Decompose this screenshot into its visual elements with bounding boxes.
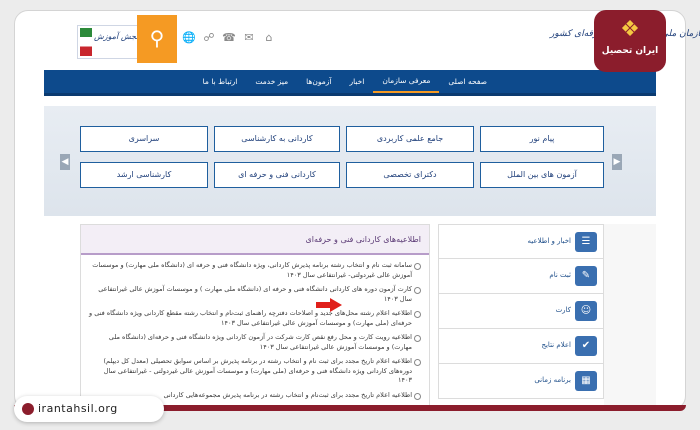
- exam-button-payame-noor[interactable]: پیام نور: [480, 126, 604, 152]
- sidebar-margin: [604, 224, 656, 410]
- watermark-logo-name: ایران تحصیل: [601, 46, 659, 56]
- main-nav: صفحه اصلی معرفی سازمان اخبار آزمون‌ها می…: [44, 70, 656, 96]
- sidebar-item-card[interactable]: کارت ☺: [438, 294, 604, 329]
- book-icon: ❖: [620, 17, 640, 42]
- nav-exams[interactable]: آزمون‌ها: [297, 72, 340, 92]
- sidebar-item-register[interactable]: ثبت نام ✎: [438, 259, 604, 294]
- news-item[interactable]: اطلاعیه رویت کارت و محل رفع نقص کارت شرک…: [89, 333, 421, 352]
- register-icon: ✎: [575, 266, 597, 286]
- id-card-icon: ☺: [575, 301, 597, 321]
- sidebar-item-label: اعلام نتایج: [541, 341, 571, 349]
- chevron-left-icon[interactable]: ◀: [60, 154, 70, 170]
- sidebar-item-label: برنامه زمانی: [534, 376, 571, 384]
- home-icon[interactable]: ⌂: [262, 31, 276, 44]
- sidebar-item-label: کارت: [555, 306, 571, 314]
- exam-button-sarasari[interactable]: سراسری: [80, 126, 208, 152]
- sidebar-item-label: اخبار و اطلاعیه: [527, 237, 571, 245]
- top-icon-bar: 🌐 ☍ ☎ ✉ ⌂: [182, 31, 276, 44]
- search-icon: ⚲: [149, 26, 165, 50]
- news-icon: ☰: [575, 232, 597, 252]
- nav-about[interactable]: معرفی سازمان: [373, 71, 440, 93]
- sidebar-item-news[interactable]: اخبار و اطلاعیه ☰: [438, 224, 604, 259]
- chevron-right-icon[interactable]: ▶: [612, 154, 622, 170]
- exam-slider: ◀ ▶ پیام نور جامع علمی کاربردی کاردانی ب…: [44, 106, 656, 216]
- flag-icon: [80, 28, 92, 56]
- calendar-icon: ▦: [575, 371, 597, 391]
- sidebar-item-schedule[interactable]: برنامه زمانی ▦: [438, 364, 604, 399]
- site-header: سایت سنجش آموزش ⚲ 🌐 ☍ ☎ ✉ ⌂ سازمان ملی آ…: [30, 15, 700, 70]
- watermark-logo: ❖ ایران تحصیل: [594, 10, 666, 72]
- site-url-text: irantahsil.org: [38, 402, 118, 415]
- exam-button-international[interactable]: آزمون های بین الملل: [480, 162, 604, 188]
- nav-news[interactable]: اخبار: [341, 72, 374, 92]
- mail-icon[interactable]: ✉: [242, 31, 256, 44]
- nav-service-desk[interactable]: میز خدمت: [246, 72, 297, 92]
- share-icon[interactable]: ☍: [202, 31, 216, 44]
- exam-button-elmi-karbordi[interactable]: جامع علمی کاربردی: [346, 126, 474, 152]
- exam-button-phd[interactable]: دکترای تخصصی: [346, 162, 474, 188]
- nav-contact[interactable]: ارتباط با ما: [194, 72, 247, 92]
- news-item[interactable]: کارت آزمون دوره های کاردانی دانشگاه فنی …: [89, 285, 421, 304]
- sidebar-item-results[interactable]: اعلام نتایج ✔: [438, 329, 604, 364]
- phone-icon[interactable]: ☎: [222, 31, 236, 44]
- nav-home[interactable]: صفحه اصلی: [439, 72, 496, 92]
- results-icon: ✔: [575, 336, 597, 356]
- news-panel: اطلاعیه‌های کاردانی فنی و حرفه‌ای سامانه…: [80, 224, 430, 410]
- exam-button-kardani-be-karshenasi[interactable]: کاردانی به کارشناسی: [214, 126, 340, 152]
- exam-button-masters[interactable]: کارشناسی ارشد: [80, 162, 208, 188]
- exam-button-kardani-fani[interactable]: کاردانی فنی و حرفه ای: [214, 162, 340, 188]
- globe-icon[interactable]: 🌐: [182, 31, 196, 44]
- globe-icon: [22, 403, 34, 415]
- search-button[interactable]: ⚲: [137, 15, 177, 63]
- news-item[interactable]: اطلاعیه اعلام تاریخ مجدد برای ثبت نام و …: [89, 357, 421, 386]
- watermark-site-url: irantahsil.org: [14, 396, 164, 422]
- news-item[interactable]: سامانه ثبت نام و انتخاب رشته برنامه پذیر…: [89, 261, 421, 280]
- red-arrow-icon: [316, 298, 342, 312]
- news-item[interactable]: اطلاعیه اعلام رشته محل‌های جدید و اصلاحا…: [89, 309, 421, 328]
- quick-links-sidebar: اخبار و اطلاعیه ☰ ثبت نام ✎ کارت ☺ اعلام…: [438, 224, 604, 410]
- news-panel-title: اطلاعیه‌های کاردانی فنی و حرفه‌ای: [81, 225, 429, 255]
- sidebar-item-label: ثبت نام: [549, 271, 571, 279]
- news-list: سامانه ثبت نام و انتخاب رشته برنامه پذیر…: [81, 255, 429, 400]
